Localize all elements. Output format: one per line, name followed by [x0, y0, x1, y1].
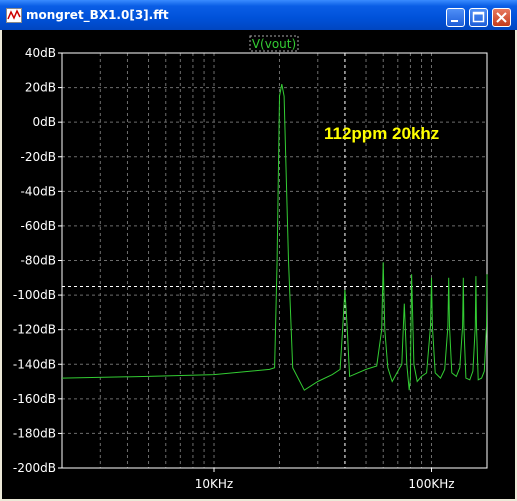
fft-chart: 40dB 20dB 0dB -20dB -40dB -60dB -80dB -100dB -12…	[13, 35, 488, 491]
x-tick-label: 10KHz	[195, 477, 233, 491]
application-window: mongret_BX1.0[3].fft 40dB 20dB 0dB -20dB -40…	[0, 0, 517, 501]
legend-label: V(vout)	[252, 37, 296, 51]
y-tick-label: -40dB	[21, 184, 56, 198]
y-tick-label: -120dB	[13, 323, 56, 337]
y-tick-label: -100dB	[13, 288, 56, 302]
y-tick-label: -80dB	[21, 254, 56, 268]
y-tick-label: -160dB	[13, 392, 56, 406]
y-tick-label: -20dB	[21, 150, 56, 164]
y-tick-label: -60dB	[21, 219, 56, 233]
y-tick-label: -200dB	[13, 461, 56, 475]
x-tick-label: 100KHz	[408, 477, 454, 491]
y-tick-label: 0dB	[33, 115, 56, 129]
y-tick-label: -180dB	[13, 426, 56, 440]
y-tick-label: 20dB	[25, 81, 56, 95]
y-tick-label: -140dB	[13, 357, 56, 371]
y-tick-label: 40dB	[25, 46, 56, 60]
annotation-text: 112ppm 20khz	[324, 124, 439, 143]
